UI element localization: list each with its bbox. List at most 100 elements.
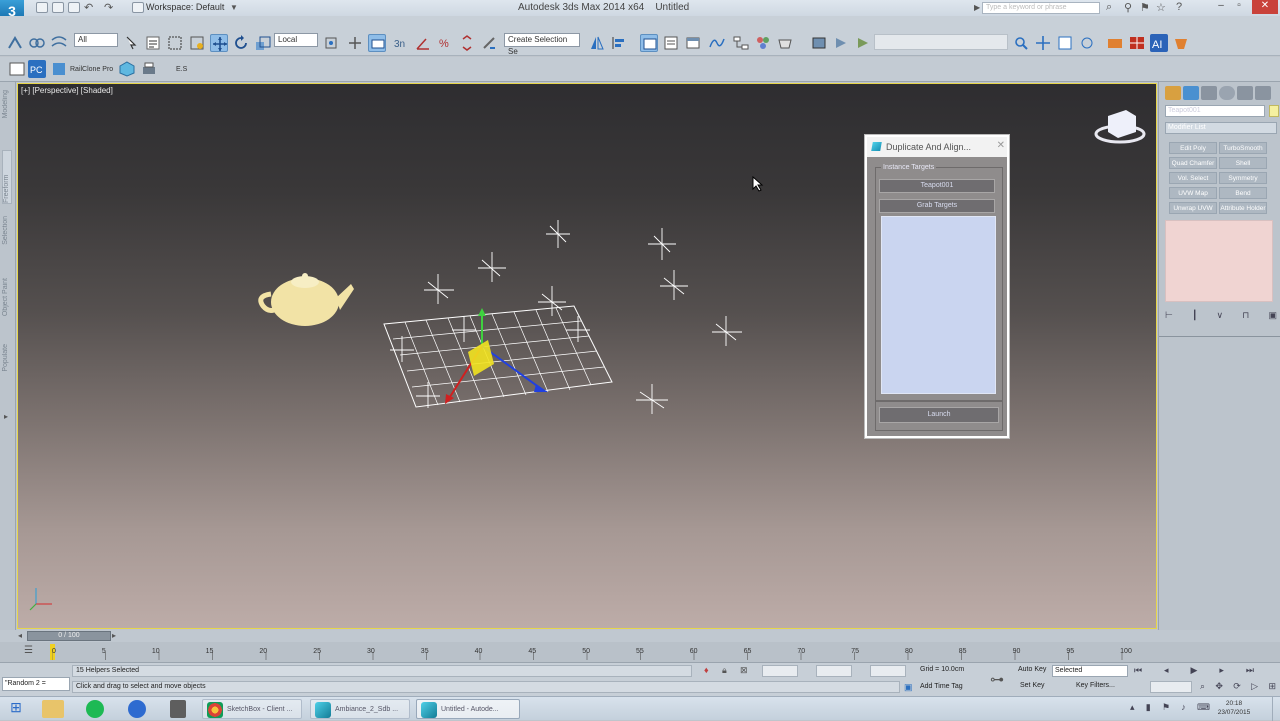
modify-tab-icon[interactable] <box>1183 86 1199 100</box>
search-input[interactable]: Type a keyword or phrase <box>982 2 1100 14</box>
auto-key-button[interactable]: Auto Key <box>1018 666 1046 673</box>
pan-icon[interactable] <box>1034 34 1052 52</box>
render-extra-icon[interactable] <box>1172 34 1190 52</box>
new-file-icon[interactable] <box>36 2 48 13</box>
render-setup-icon[interactable] <box>776 34 794 52</box>
show-desktop-button[interactable] <box>1272 697 1280 721</box>
blender-like-icon[interactable] <box>128 700 146 718</box>
set-key-mode-icon[interactable]: ⊶ <box>990 671 1004 688</box>
toolbar-extra-field[interactable] <box>874 34 1008 50</box>
binoculars-icon[interactable]: ⌕ <box>1106 1 1112 14</box>
network-icon[interactable]: ▮ <box>1146 702 1151 716</box>
spinner-snap-icon[interactable] <box>458 34 476 52</box>
absolute-mode-icon[interactable]: ⊠ <box>740 665 748 676</box>
file-explorer-icon[interactable] <box>42 700 64 718</box>
mini-curve-editor-icon[interactable]: ☰ <box>24 645 33 656</box>
teapot-object[interactable] <box>258 273 354 326</box>
orbit-nav-icon[interactable]: ⟳ <box>1233 681 1241 693</box>
select-and-rotate-icon[interactable] <box>232 34 250 52</box>
script-plugin-icon[interactable] <box>1106 34 1124 52</box>
maximize-button[interactable]: ▫ <box>1230 0 1248 14</box>
dialog-title[interactable]: Duplicate And Align... <box>867 137 1007 157</box>
pan-nav-icon[interactable]: ✥ <box>1215 681 1223 693</box>
hierarchy-tab-icon[interactable] <box>1201 86 1217 100</box>
taskbar-item-ambiance[interactable]: Ambiance_2_Sdb ... <box>310 699 410 719</box>
ribbon-expand-icon[interactable]: ▸ <box>4 412 8 421</box>
select-and-move-icon[interactable] <box>210 34 228 52</box>
modifier-button[interactable]: Symmetry <box>1219 172 1267 184</box>
play-icon[interactable]: ▶ <box>1191 665 1198 677</box>
es-label[interactable]: E.S <box>176 66 187 73</box>
modifier-button[interactable]: UVW Map <box>1169 187 1217 199</box>
communication-icon[interactable]: ⚑ <box>1140 1 1150 14</box>
remove-modifier-icon[interactable]: ⊓ <box>1242 310 1249 322</box>
track-bar[interactable]: ☰ 0 5 10 15 20 25 30 35 40 45 50 55 60 6… <box>0 642 1280 662</box>
keyboard-icon[interactable]: ⌨ <box>1197 702 1210 716</box>
display-tab-icon[interactable] <box>1237 86 1253 100</box>
undo-icon[interactable]: ↶ <box>84 1 93 14</box>
modifier-button[interactable]: Edit Poly <box>1169 142 1217 154</box>
key-filters-button[interactable]: Key Filters... <box>1076 682 1115 689</box>
mirror-icon[interactable] <box>588 34 606 52</box>
frame-counter[interactable]: 0 / 100 <box>27 631 111 641</box>
fov-nav-icon[interactable]: ▷ <box>1251 681 1258 693</box>
utilities-tab-icon[interactable] <box>1255 86 1271 100</box>
ribbon-tab-selection[interactable]: Selection <box>2 216 12 245</box>
reference-coordinate-dropdown[interactable]: Local <box>274 33 318 47</box>
windows-start-icon[interactable]: ⊞ <box>4 699 28 719</box>
modifier-stack-list[interactable] <box>1165 220 1273 302</box>
grab-targets-button[interactable]: Grab Targets <box>879 199 995 213</box>
redo-icon[interactable]: ↷ <box>104 1 113 14</box>
configure-modifier-sets-icon[interactable]: ▣ <box>1268 310 1277 322</box>
snaps-toggle-icon[interactable]: 3n <box>392 34 410 52</box>
curve-editor-icon[interactable] <box>708 34 726 52</box>
time-slider[interactable]: ◂ 0 / 100 ▸ <box>0 630 1280 642</box>
railclone-icon[interactable] <box>50 60 68 78</box>
motion-tab-icon[interactable] <box>1219 86 1235 100</box>
clock[interactable]: 20:18 23/07/2015 <box>1214 699 1254 719</box>
printer-plugin-icon[interactable] <box>140 60 158 78</box>
open-file-icon[interactable] <box>52 2 64 13</box>
taskbar-item-untitled[interactable]: Untitled - Autode... <box>416 699 520 719</box>
scene-explorer-icon[interactable] <box>640 34 658 52</box>
pin-stack-icon[interactable]: ⊢ <box>1165 310 1173 322</box>
material-editor-icon[interactable] <box>754 34 772 52</box>
ribbon-tab-populate[interactable]: Populate <box>2 344 12 372</box>
ribbon-tab-freeform[interactable]: Freeform <box>2 150 12 204</box>
chevron-down-icon[interactable]: ▼ <box>230 3 238 12</box>
taskbar-item-sketchbox[interactable]: SketchBox - Client ... <box>202 699 302 719</box>
cube-plugin-icon[interactable] <box>118 60 136 78</box>
dialog-close-icon[interactable]: ✕ <box>997 140 1005 151</box>
ribbon-tab-object-paint[interactable]: Object Paint <box>2 278 12 316</box>
modifier-button[interactable]: Bend <box>1219 187 1267 199</box>
pivot-center-icon[interactable] <box>322 34 340 52</box>
modifier-button[interactable]: Unwrap UVW <box>1169 202 1217 214</box>
next-frame-icon[interactable]: ▸ <box>1219 665 1224 677</box>
selection-lock-icon[interactable]: 🔒︎ <box>722 665 727 676</box>
key-mode-dropdown[interactable]: Selected <box>1052 665 1128 677</box>
search-icon[interactable]: ⚲ <box>1124 1 1132 14</box>
align-icon[interactable] <box>610 34 628 52</box>
render-production-icon[interactable] <box>832 34 850 52</box>
edit-named-selection-icon[interactable] <box>480 34 498 52</box>
railclone-label[interactable]: RailClone Pro <box>70 66 113 73</box>
show-end-result-icon[interactable]: ┃ <box>1192 310 1197 322</box>
spotify-icon[interactable] <box>86 700 104 718</box>
select-by-name-icon[interactable] <box>144 34 162 52</box>
time-slider-next-icon[interactable]: ▸ <box>112 631 116 640</box>
render-iterative-icon[interactable] <box>854 34 872 52</box>
select-object-icon[interactable] <box>122 34 140 52</box>
project-folder-icon[interactable] <box>132 2 144 13</box>
schematic-view-icon[interactable] <box>732 34 750 52</box>
selection-filter-dropdown[interactable]: All <box>74 33 118 47</box>
help-icon[interactable]: ? <box>1176 1 1182 13</box>
show-hidden-icons-icon[interactable]: ▴ <box>1130 702 1135 716</box>
viewcube-icon[interactable] <box>1094 110 1146 144</box>
targets-listbox[interactable] <box>881 216 996 394</box>
pick-object-button[interactable]: Teapot001 <box>879 179 995 193</box>
grid-plugin-icon[interactable] <box>1128 34 1146 52</box>
modifier-button[interactable]: Shell <box>1219 157 1267 169</box>
minimize-button[interactable]: – <box>1212 0 1230 14</box>
maxscript-listener-field[interactable]: "Random 2 = <box>2 677 70 691</box>
close-button[interactable]: ✕ <box>1252 0 1278 14</box>
